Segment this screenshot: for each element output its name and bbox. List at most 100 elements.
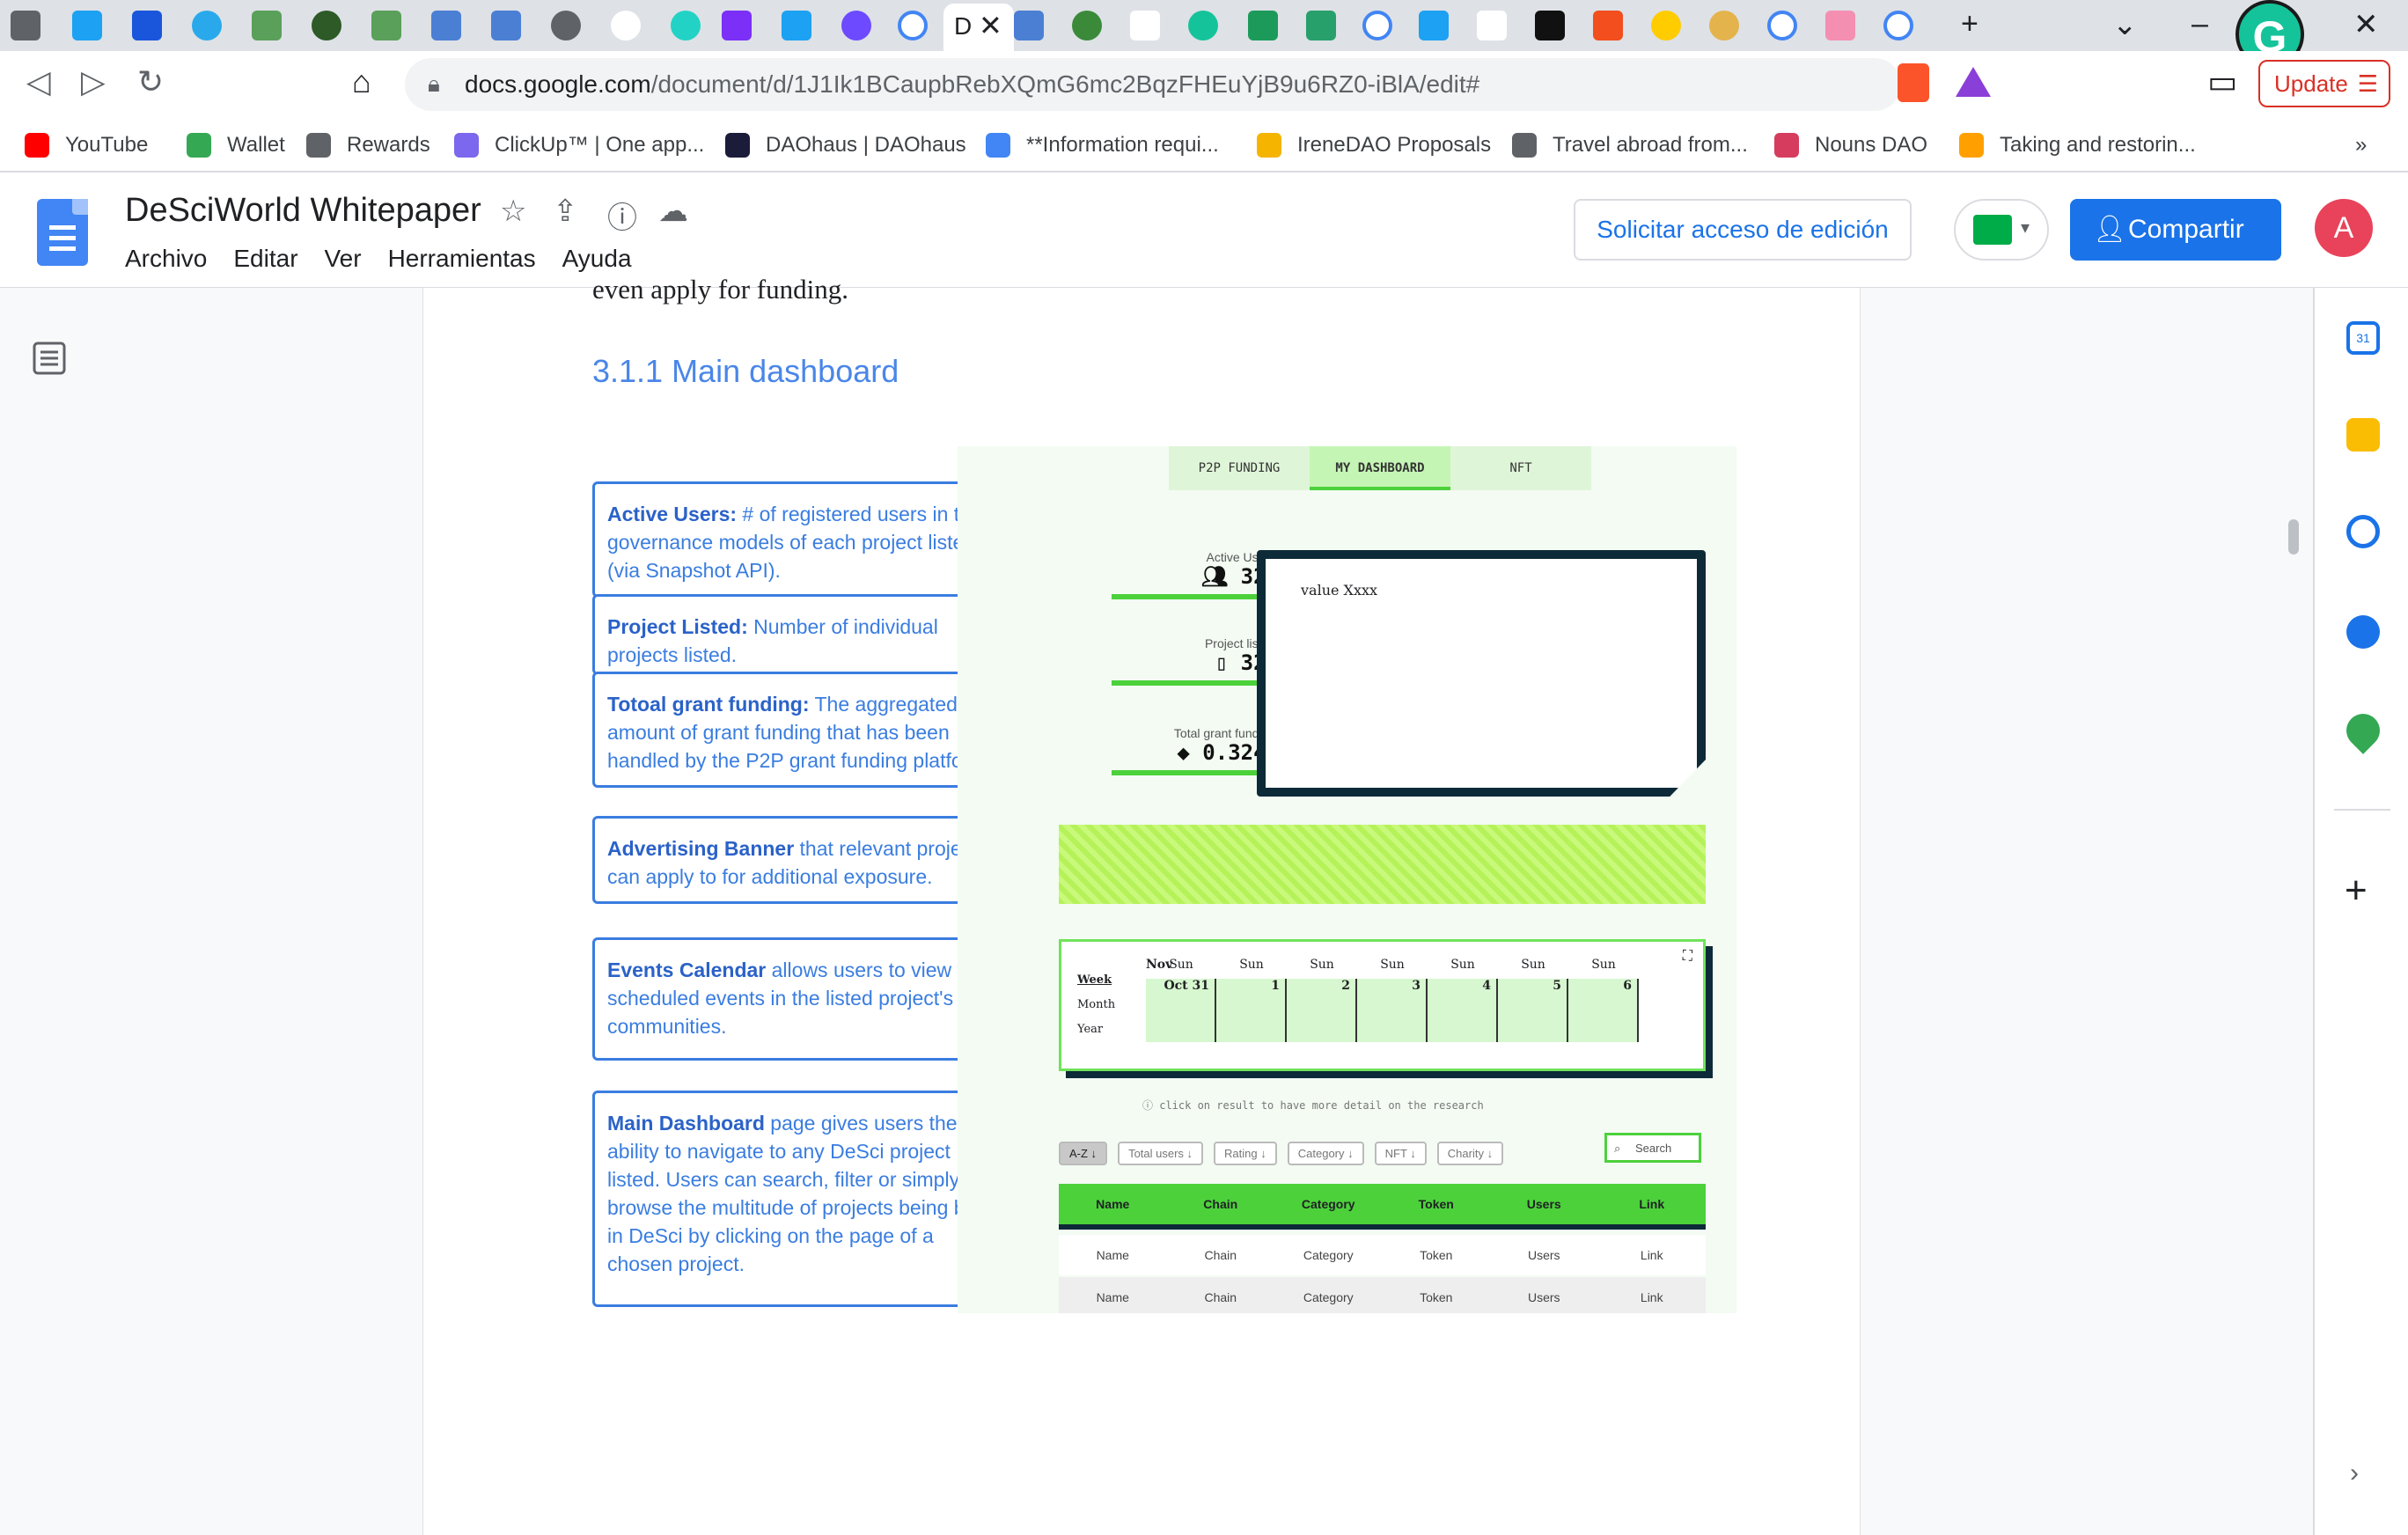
brain-tab-icon[interactable] [611,11,641,40]
bookmark-item[interactable]: **Information requi... [986,129,1219,162]
n-tab-icon[interactable] [1477,11,1507,40]
tasks-icon[interactable] [2346,515,2380,548]
contacts-icon[interactable] [2346,615,2380,649]
map-tab-icon[interactable] [371,11,401,40]
forward-icon[interactable]: ▷ [81,63,106,100]
bookmark-label: YouTube [65,133,149,157]
close-tab-icon[interactable]: ✕ [979,9,1002,42]
request-edit-access-button[interactable]: Solicitar acceso de edición [1574,199,1912,261]
callout-advertising-banner: Advertising Banner that relevant project… [592,816,1015,904]
x-tab-icon[interactable] [1248,11,1278,40]
globe-tab-icon[interactable] [551,11,581,40]
google-tab-icon[interactable] [898,11,928,40]
badge-tab-icon[interactable] [1651,11,1681,40]
brave-rewards-icon[interactable] [1956,67,1991,97]
map-tab-icon[interactable] [252,11,282,40]
calendar-date-cell: Oct 31 [1146,979,1216,1042]
google-docs-logo-icon[interactable] [37,199,88,266]
add-addon-icon[interactable]: + [2345,869,2368,913]
bookmark-item[interactable]: Rewards [306,129,430,162]
calendar-day-column: Sun 5 [1498,958,1568,1042]
grammarly-tab-icon[interactable] [1188,11,1218,40]
coin-tab-icon[interactable] [1709,11,1739,40]
table-row: Name Chain Category Token Users Link [1059,1277,1706,1313]
colorful-tab-icon[interactable] [1825,11,1855,40]
document-title[interactable]: DeSciWorld Whitepaper [125,192,481,230]
update-button[interactable]: Update ☰ [2258,60,2390,107]
unsplash-tab-icon[interactable] [1535,11,1565,40]
bookmark-item[interactable]: ClickUp™ | One app... [454,129,704,162]
scrollbar-thumb[interactable] [2288,519,2299,555]
layers-tab-icon[interactable] [1014,11,1044,40]
layers-tab-icon[interactable] [431,11,461,40]
cloud-status-icon[interactable]: ☁ [658,194,688,229]
menu-editar[interactable]: Editar [233,245,297,273]
close-window-icon[interactable]: ✕ [2353,7,2379,42]
new-tab-icon[interactable]: + [1961,7,1979,41]
maps-icon[interactable] [2339,707,2387,754]
outline-icon[interactable] [32,341,67,376]
meet-button[interactable]: ▾ [1954,199,2049,261]
menu-ayuda[interactable]: Ayuda [562,245,632,273]
menu-ver[interactable]: Ver [325,245,362,273]
m-tab-icon[interactable] [1306,11,1336,40]
table-cell: Name [1096,1248,1129,1262]
star-icon[interactable]: ☆ [500,194,526,229]
calendar-day-name: Sun [1380,958,1405,972]
active-tab[interactable]: D ✕ [943,4,1014,51]
bookmark-item[interactable]: Wallet [187,129,285,162]
mockup-search-box: ⌕ Search [1604,1133,1701,1163]
twitter-tab-icon[interactable] [782,11,811,40]
bookmark-item[interactable]: Nouns DAO [1774,129,1927,162]
lock-icon: 🔒︎ [428,70,440,97]
telegram-tab-icon[interactable] [192,11,222,40]
more-bookmarks-icon[interactable]: » [2355,129,2367,162]
menu-herramientas[interactable]: Herramientas [388,245,536,273]
move-to-drive-icon[interactable]: ⇪ [553,194,578,229]
users-icon: 👥︎ [1200,564,1241,589]
twitter-tab-icon[interactable] [72,11,102,40]
docs-tab-icon[interactable] [11,11,40,40]
bookmark-item[interactable]: DAOhaus | DAOhaus [725,129,966,162]
brave-shield-icon[interactable] [1898,63,1929,102]
twitter-tab-icon[interactable] [1419,11,1449,40]
google-tab-icon[interactable] [1362,11,1392,40]
wallet-icon[interactable]: ▭ [2207,63,2237,100]
calendar-icon[interactable]: 31 [2346,321,2380,355]
google-tab-icon[interactable] [1767,11,1797,40]
bookmark-item[interactable]: YouTube [25,129,148,162]
chevron-right-icon[interactable]: › [2350,1458,2359,1488]
calendar-view-year: Year [1077,1023,1104,1036]
figma-tab-icon[interactable] [1593,11,1623,40]
address-bar[interactable]: 🔒︎ docs.google.com/document/d/1J1Ik1BCau… [405,58,1901,111]
keep-icon[interactable] [2346,418,2380,452]
stat-label: Project listed: [1204,636,1279,650]
table-cell: Link [1639,1197,1665,1211]
person-icon: 👤︎ [2093,215,2127,244]
globe-tab-icon[interactable] [312,11,341,40]
reload-icon[interactable]: ↻ [137,63,164,100]
calendar-date-cell: 3 [1357,979,1428,1042]
menu-archivo[interactable]: Archivo [125,245,207,273]
info-icon[interactable]: ⓘ [607,194,637,237]
google-tab-icon[interactable] [1883,11,1913,40]
filter-chip: Category ↓ [1287,1142,1364,1165]
info-icon: ⓘ [1142,1099,1160,1112]
earth-tab-icon[interactable] [1072,11,1102,40]
bookmark-page-icon[interactable]: ⌂ [352,63,371,100]
share-button[interactable]: 👤︎ Compartir [2070,199,2281,261]
calendar-day-column: Sun 6 [1568,958,1639,1042]
blank-tab-icon[interactable] [1130,11,1160,40]
bookmark-item[interactable]: IreneDAO Proposals [1257,129,1491,162]
circle-tab-icon[interactable] [671,11,701,40]
tab-search-icon[interactable]: ⌄ [2112,7,2138,42]
layers-tab-icon[interactable] [491,11,521,40]
sp-tab-icon[interactable] [722,11,752,40]
asterisk-tab-icon[interactable] [841,11,871,40]
bookmark-item[interactable]: Taking and restorin... [1959,129,2196,162]
avatar[interactable]: A [2315,199,2373,257]
bluetooth-tab-icon[interactable] [132,11,162,40]
minimize-icon[interactable]: – [2191,7,2208,41]
bookmark-item[interactable]: Travel abroad from... [1512,129,1748,162]
back-icon[interactable]: ◁ [26,63,51,100]
